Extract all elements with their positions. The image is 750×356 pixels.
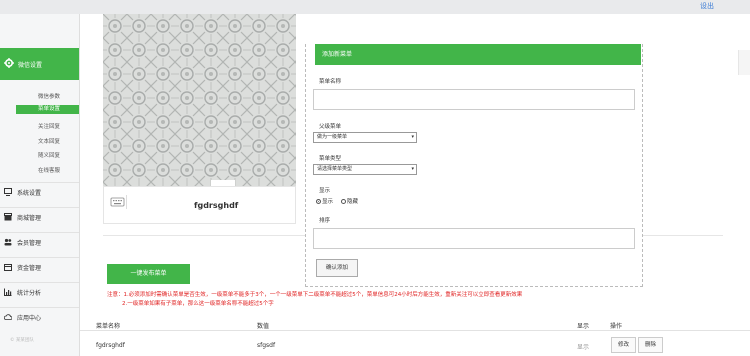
sort-label: 排序 [319,218,331,224]
select-value: 请选择菜单类型 [317,166,353,172]
sidebar-item-follow-reply[interactable]: 关注回复 [38,122,60,130]
menu-type-label: 菜单类型 [319,156,342,162]
monitor-icon [4,188,12,196]
users-icon [4,238,12,246]
sidebar-item-label: 系统设置 [17,190,42,197]
bar-chart-icon [4,288,12,296]
side-scroll-handle[interactable] [738,50,750,75]
sidebar-footer: © 某某团队 [10,338,34,343]
sidebar-item-statistics[interactable]: 统计分析 [0,282,79,303]
parent-menu-select[interactable]: 做为一级菜单 ▾ [313,132,417,143]
sort-input[interactable] [313,228,635,249]
publish-menu-button[interactable]: 一键发布菜单 [107,264,190,284]
add-menu-panel: 添加新菜单 菜单名称 父级菜单 做为一级菜单 ▾ 菜单类型 请选择菜单类型 ▾ 显示… [305,44,643,287]
chevron-down-icon: ▾ [411,134,414,140]
column-header-name: 菜单名称 [96,323,121,330]
panel-title: 添加新菜单 [315,44,641,65]
notice-line-1: 注意：1.必须添加时需确认菜单是否生效，一级菜单不能多于3个，一个一级菜单下二级… [107,292,523,298]
sidebar-item-label: 统计分析 [17,290,42,297]
menu-name-input[interactable] [313,89,635,110]
radio-checked-icon [316,199,321,204]
column-header-actions: 操作 [610,323,623,330]
show-radio-no[interactable]: 隐藏 [341,197,358,205]
show-radio-yes[interactable]: 显示 [316,197,333,205]
keyboard-icon[interactable] [110,195,127,209]
sidebar-item-label: 应用中心 [17,315,42,322]
wallet-icon [4,264,12,271]
cell-menu-name: fgdrsghdf [96,342,125,349]
confirm-add-button[interactable]: 确认添加 [316,259,358,277]
delete-button[interactable]: 删除 [638,337,663,353]
sidebar-item-members[interactable]: 会员管理 [0,232,79,253]
cloud-icon [4,314,12,320]
sidebar-item-online-service[interactable]: 在线客服 [38,166,60,174]
logout-link[interactable]: 设出 [700,1,714,11]
table-header [80,316,750,331]
chevron-down-icon: ▾ [411,166,414,172]
sidebar-section-wechat[interactable]: 微信设置 [0,48,79,80]
show-label: 显示 [319,188,331,194]
edit-button[interactable]: 修改 [611,337,636,353]
store-icon [4,213,12,221]
gear-icon [4,58,14,68]
sidebar-item-label: 会员管理 [17,240,42,247]
menu-type-select[interactable]: 请选择菜单类型 ▾ [313,164,417,175]
sidebar-item-wechat-params[interactable]: 微信参数 [38,92,60,100]
sidebar-item-app-center[interactable]: 应用中心 [0,307,79,328]
cell-show-status: 显示 [577,344,590,351]
sidebar-item-funds[interactable]: 资金管理 [0,257,79,278]
sidebar-item-system-settings[interactable]: 系统设置 [0,182,79,203]
sidebar-item-menu-settings[interactable]: 菜单设置 [16,105,79,114]
radio-label: 显示 [322,199,334,205]
top-bar: 设出 [0,0,750,14]
phone-preview-background [103,14,296,186]
column-header-show: 显示 [577,323,590,330]
sidebar-item-custom-reply[interactable]: 随义回复 [38,151,60,159]
radio-label: 隐藏 [347,199,359,205]
select-value: 做为一级菜单 [317,134,348,140]
column-header-value: 数值 [257,323,270,330]
phone-menu-item[interactable]: fgdrsghdf [194,201,238,210]
notice-line-2: 2.一级菜单如果有子菜单，那么这一级菜单名称不能超过5个字 [122,301,274,307]
lace-pattern-image [103,14,296,186]
sidebar-section-label: 微信设置 [18,62,43,69]
sidebar-item-label: 商城管理 [17,215,42,222]
sidebar: 微信设置 微信参数 菜单设置 关注回复 文本回复 随义回复 在线客服 系统设置 … [0,14,80,356]
sidebar-item-text-reply[interactable]: 文本回复 [38,137,60,145]
cell-menu-value: sfgsdf [257,342,276,349]
menu-name-label: 菜单名称 [319,79,342,85]
radio-unchecked-icon [341,199,346,204]
phone-menu-bar: fgdrsghdf [103,186,296,224]
parent-menu-label: 父级菜单 [319,124,342,130]
sidebar-item-mall[interactable]: 商城管理 [0,207,79,228]
sidebar-item-label: 资金管理 [17,265,42,272]
